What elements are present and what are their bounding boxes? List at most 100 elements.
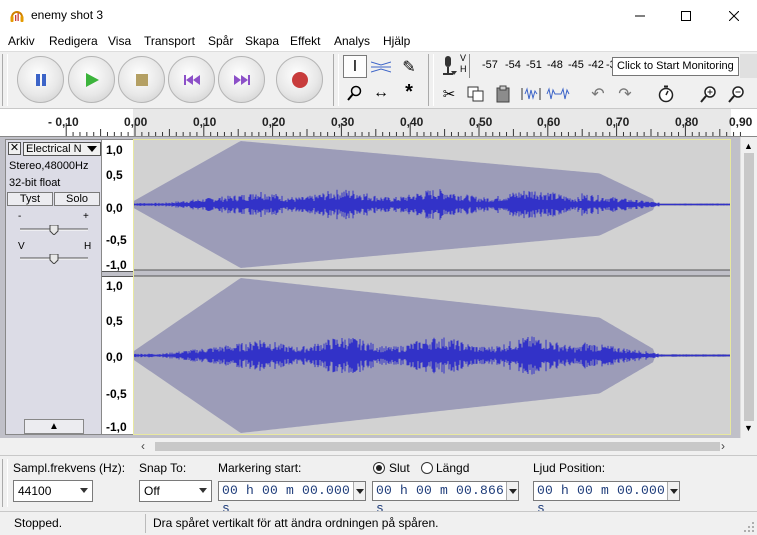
toolbar-grip[interactable] [2,54,8,106]
zoom-in-icon [700,86,716,103]
skip-to-start-button[interactable] [168,56,215,103]
horizontal-scroll-thumb[interactable] [155,442,720,451]
track-area: ✕ Electrical N Stereo,48000Hz 32-bit flo… [0,137,740,438]
stop-button[interactable] [118,56,165,103]
menu-hjalp[interactable]: Hjälp [383,34,410,48]
close-button[interactable] [711,0,757,31]
pan-slider[interactable] [18,253,90,265]
record-meter-button[interactable] [437,55,459,77]
menu-bar: Arkiv Redigera Visa Transport Spår Skapa… [0,31,757,51]
zoom-tool[interactable] [343,81,367,104]
audacity-logo-icon [10,11,24,22]
cut-button[interactable]: ✂ [436,82,462,106]
undo-button[interactable]: ↶ [585,82,611,106]
meter-channel-right: H [460,64,467,74]
draw-tool[interactable]: ✎ [397,55,421,78]
track-bit-depth: 32-bit float [9,177,61,189]
zoom-out-icon [728,86,744,103]
time-shift-tool[interactable]: ↔ [369,81,393,104]
skip-to-end-button[interactable] [218,56,265,103]
dropdown-arrow-icon [87,146,97,152]
menu-arkiv[interactable]: Arkiv [8,34,35,48]
title-bar: enemy shot 3 [0,0,757,31]
zoom-in-button[interactable] [696,82,722,106]
collapse-up-icon: ▲ [49,421,59,432]
pause-button[interactable] [17,56,64,103]
solo-button[interactable]: Solo [54,192,100,206]
menu-skapa[interactable]: Skapa [245,34,279,48]
menu-analys[interactable]: Analys [334,34,370,48]
meter-end [740,54,757,78]
horizontal-scrollbar[interactable]: ‹ › [133,438,733,455]
menu-effekt[interactable]: Effekt [290,34,320,48]
silence-icon [546,87,570,100]
timer-button[interactable] [653,82,679,106]
gain-slider[interactable] [18,224,90,236]
envelope-tool[interactable] [369,55,393,78]
time-format-dropdown[interactable] [667,482,679,500]
project-rate-combo[interactable]: 44100 [13,480,93,502]
collapse-track-button[interactable]: ▲ [24,419,84,434]
project-rate-label: Sampl.frekvens (Hz): [13,461,126,475]
snap-to-select[interactable]: Off [139,480,212,502]
gain-minus-label: - [18,211,22,222]
trim-audio-button[interactable] [518,82,544,106]
maximize-button[interactable] [663,0,709,31]
menu-visa[interactable]: Visa [108,34,131,48]
end-radio[interactable] [373,462,385,474]
audio-position-time[interactable]: 00 h 00 m 00.000 s [533,481,680,516]
selection-start-time[interactable]: 00 h 00 m 00.000 s [218,481,366,516]
selection-grip[interactable] [2,459,8,507]
i-beam-icon: I [352,57,358,75]
copy-button[interactable] [463,82,489,106]
scroll-left-icon[interactable]: ‹ [141,439,145,453]
multi-tool[interactable]: * [397,81,421,104]
close-icon: ✕ [9,142,20,154]
selection-tool[interactable]: I [343,55,367,78]
menu-transport[interactable]: Transport [144,34,195,48]
meter-tick: -45 [568,59,584,71]
end-radio-label: Slut [389,461,410,475]
track-close-button[interactable]: ✕ [8,142,21,155]
vertical-scrollbar[interactable]: ▲ ▼ [740,137,757,438]
time-format-dropdown[interactable] [353,482,365,500]
track-name-menu[interactable]: Electrical N [23,142,101,156]
redo-button[interactable]: ↷ [612,82,638,106]
edit-grip[interactable] [428,80,434,106]
selection-end-time[interactable]: 00 h 00 m 00.866 s [372,481,519,516]
trim-icon [521,87,541,100]
paste-button[interactable] [490,82,516,106]
selection-start-label: Markering start: [218,461,302,475]
waveform-display[interactable] [133,139,731,435]
amplitude-scale[interactable]: 1,0 0,5 0,0 -0,5 -1,0 1,0 0,5 0,0 -0,5 -… [102,139,133,435]
scroll-up-icon[interactable]: ▲ [744,141,753,151]
record-meter[interactable]: -57 -54 -51 -48 -45 -42 -3 [469,54,616,78]
mute-button[interactable]: Tyst [7,192,53,206]
scale-label: -0,5 [106,387,127,401]
scissors-icon: ✂ [442,86,456,103]
meter-tick: -54 [505,59,521,71]
meter-tick: -57 [482,59,498,71]
resize-grip-icon[interactable] [742,520,755,533]
snap-to-label: Snap To: [139,461,187,475]
scroll-right-icon[interactable]: › [721,439,725,453]
record-button[interactable] [276,56,323,103]
track-control-panel[interactable]: ✕ Electrical N Stereo,48000Hz 32-bit flo… [5,139,102,435]
microphone-icon [443,56,457,75]
minimize-button[interactable] [617,0,663,31]
maximize-icon [681,10,691,21]
vertical-scroll-thumb[interactable] [744,153,754,421]
timeline-ruler[interactable]: - 0,10 0,00 0,10 0,20 0,30 0,40 0,50 0,6… [0,108,757,137]
meter-tick: -51 [526,59,542,71]
tools-grip[interactable] [333,54,339,106]
play-button[interactable] [68,56,115,103]
scroll-down-icon[interactable]: ▼ [744,423,753,433]
project-rate-value: 44100 [18,484,52,498]
silence-audio-button[interactable] [545,82,571,106]
status-bar: Stopped. Dra spåret vertikalt för att än… [0,511,757,535]
length-radio[interactable] [421,462,433,474]
time-format-dropdown[interactable] [506,482,518,500]
menu-spar[interactable]: Spår [208,34,233,48]
menu-redigera[interactable]: Redigera [49,34,98,48]
zoom-out-button[interactable] [724,82,750,106]
